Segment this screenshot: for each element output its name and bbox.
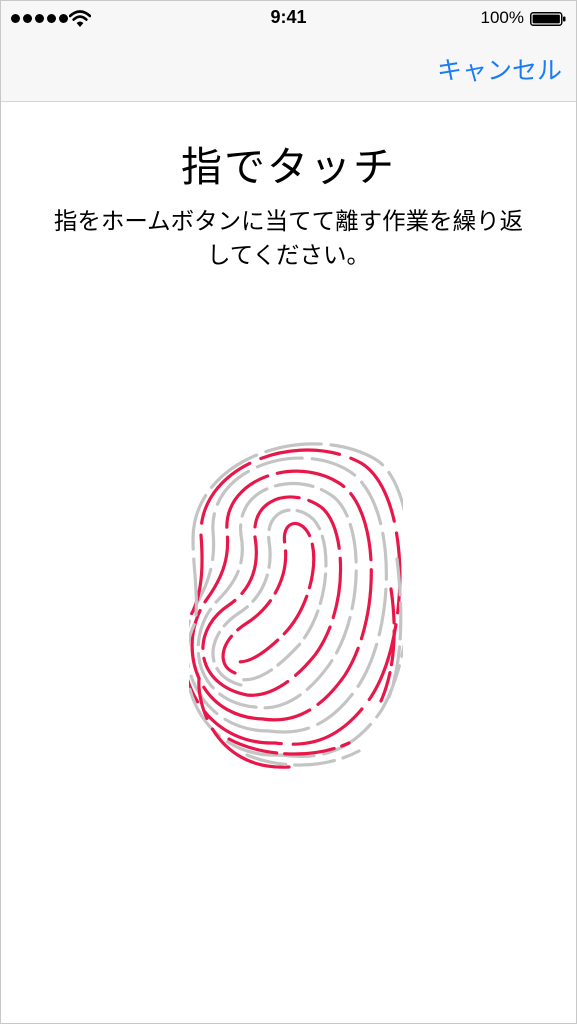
navigation-area: 9:41 100% キャンセル	[1, 1, 576, 102]
page-title: 指でタッチ	[181, 143, 396, 191]
battery-percentage: 100%	[480, 8, 524, 27]
phone-screen: 9:41 100% キャンセル 指でタッチ 指をホームボタンに当てて離す作業を繰…	[0, 0, 577, 1024]
fingerprint-icon	[189, 442, 403, 769]
instruction-line-1: 指をホームボタンに当てて離す作業を繰り返	[53, 207, 524, 235]
cancel-button[interactable]: キャンセル	[437, 51, 562, 87]
fingerprint-ridge	[189, 456, 388, 734]
status-bar: 9:41 100%	[1, 1, 576, 37]
instruction-text: 指をホームボタンに当てて離す作業を繰り返 してください。	[23, 204, 554, 272]
instruction-line-2: してください。	[206, 241, 371, 269]
battery-icon	[530, 12, 566, 26]
